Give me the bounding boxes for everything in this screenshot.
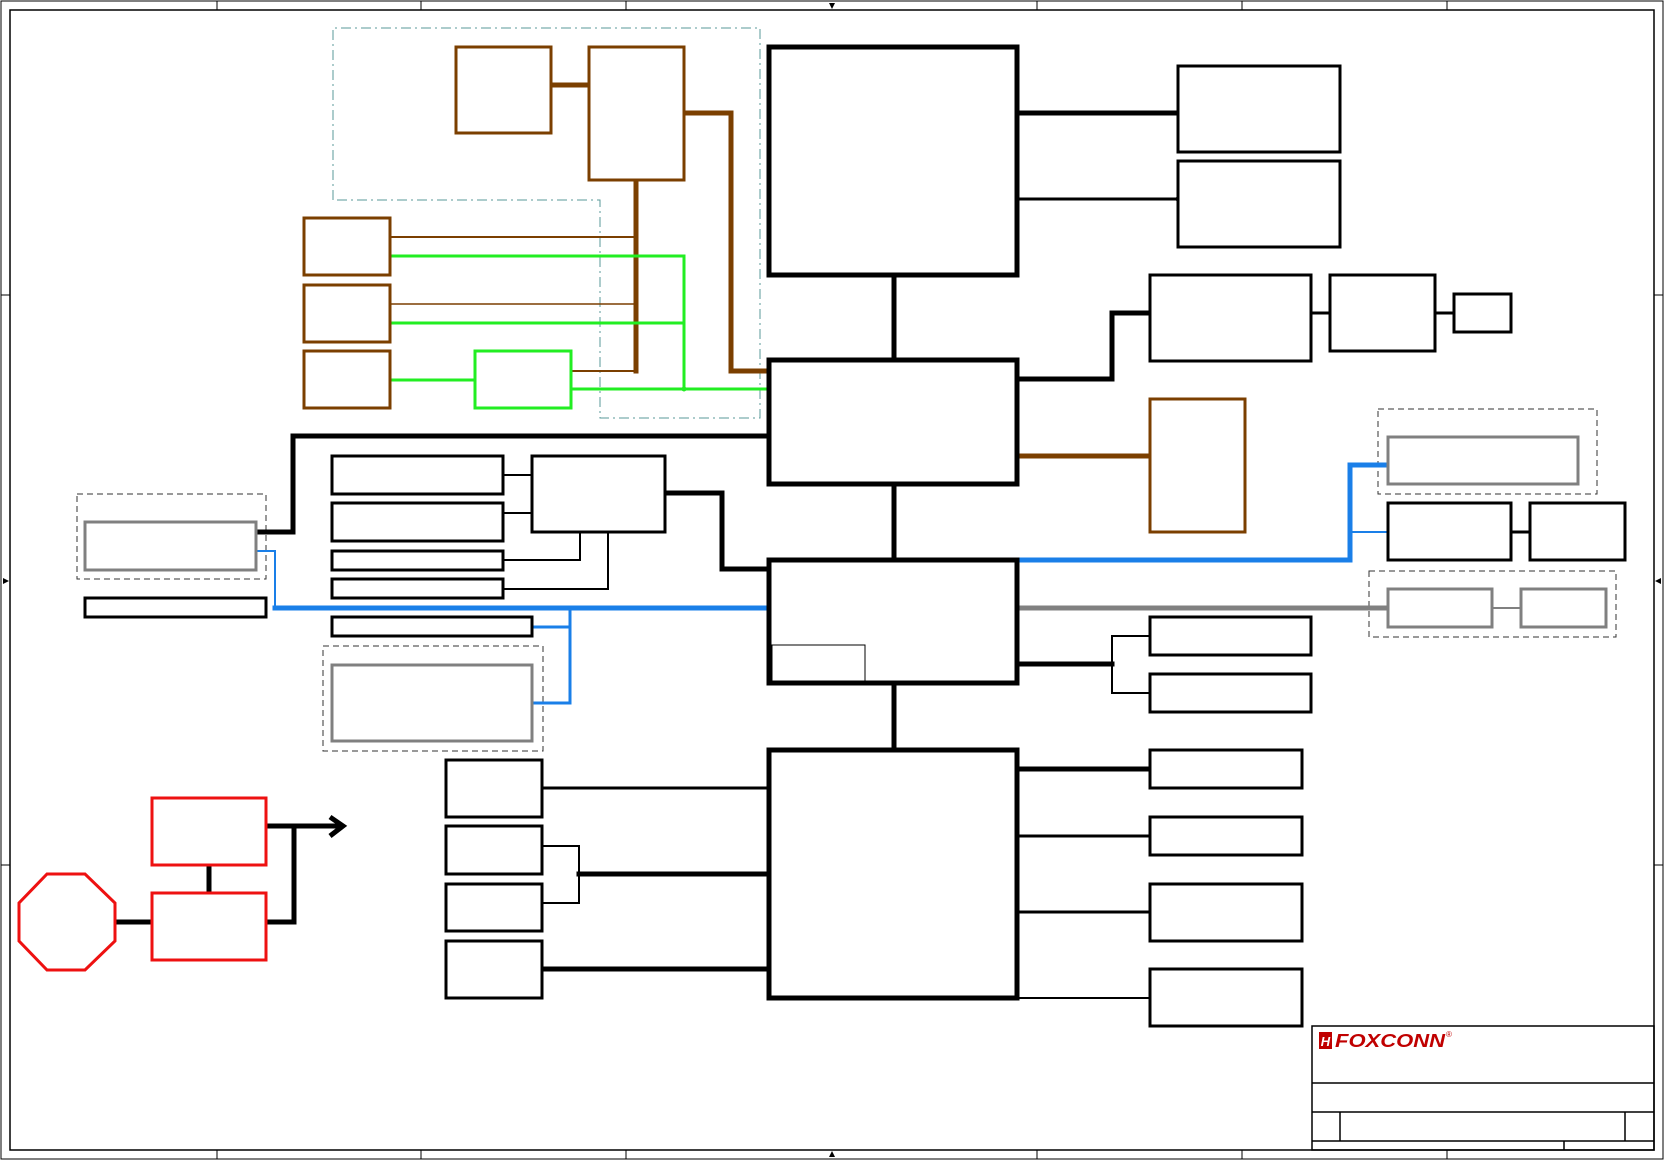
right-block-7 — [1528, 501, 1627, 562]
left-block-1 — [330, 454, 505, 496]
left-bottom-block-3 — [444, 882, 544, 933]
logo-text: FOXCONN — [1335, 1031, 1446, 1051]
right-block-10 — [1148, 748, 1304, 790]
right-block-12 — [1148, 882, 1304, 943]
left-block-3 — [330, 549, 505, 572]
left-block-4 — [330, 577, 505, 600]
right-block-11 — [1148, 815, 1304, 857]
right-block-13 — [1148, 967, 1304, 1028]
left-bottom-block-1 — [444, 758, 544, 819]
green-block — [473, 349, 573, 410]
gray-block-right-2 — [1386, 587, 1494, 629]
brown-block-1 — [454, 45, 553, 135]
right-block-8 — [1148, 615, 1313, 657]
brown-block-3 — [302, 216, 392, 277]
central-block-4 — [766, 747, 1020, 1001]
left-bottom-block-2 — [444, 824, 544, 876]
gray-block-right-3 — [1519, 587, 1608, 629]
central-block-2 — [766, 357, 1020, 487]
central-block-1 — [766, 44, 1020, 278]
brown-block-2 — [587, 45, 686, 182]
left-block-2 — [330, 501, 505, 543]
left-bar-block — [83, 596, 268, 619]
brown-block-4 — [302, 283, 392, 344]
right-block-4 — [1328, 273, 1437, 353]
foxconn-logo: H FOXCONN ® — [1319, 1030, 1452, 1051]
left-bottom-block-4 — [444, 939, 544, 1000]
right-block-5 — [1452, 292, 1513, 334]
right-block-1 — [1176, 64, 1342, 154]
right-block-9 — [1148, 672, 1313, 714]
central-sub-block — [771, 644, 866, 682]
gray-block-left — [83, 520, 258, 572]
gray-block-left-big — [330, 663, 534, 743]
octagon-icon — [17, 872, 117, 972]
schematic-block-diagram: H FOXCONN ® — [0, 0, 1664, 1160]
registered-mark: ® — [1446, 1030, 1452, 1039]
brown-block-5 — [302, 349, 392, 410]
blocks — [17, 44, 1627, 1028]
gray-block-right-1 — [1386, 435, 1580, 486]
right-block-2 — [1176, 159, 1342, 249]
power-block-1 — [150, 796, 268, 867]
right-block-3 — [1148, 273, 1313, 363]
left-block-hub — [530, 454, 667, 534]
logo-mark: H — [1321, 1034, 1331, 1049]
left-block-5 — [330, 615, 534, 638]
right-block-6 — [1386, 501, 1513, 562]
brown-block-right — [1148, 397, 1247, 534]
power-block-2 — [150, 891, 268, 962]
